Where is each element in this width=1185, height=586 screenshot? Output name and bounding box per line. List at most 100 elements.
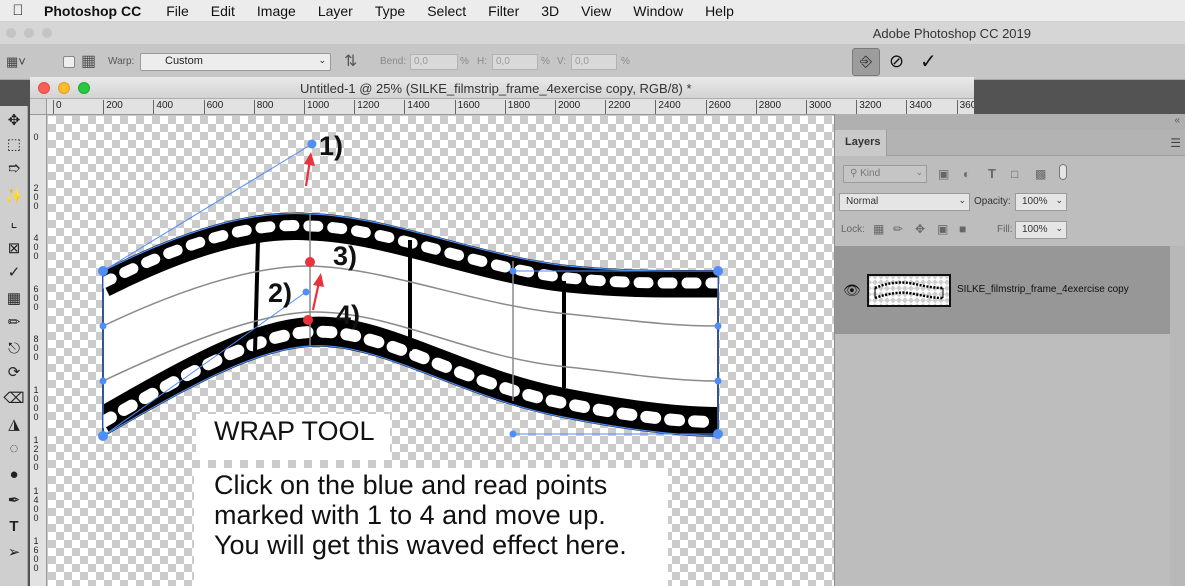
h-input[interactable]: 0,0 (492, 54, 538, 70)
app-close-button[interactable] (6, 28, 16, 38)
lock-move-icon[interactable]: ✥ (915, 222, 925, 236)
filter-shape-icon[interactable]: □ (1011, 167, 1018, 181)
eye-icon[interactable]: 👁 (843, 282, 861, 299)
menu-3d[interactable]: 3D (530, 3, 570, 19)
healing-tool-icon[interactable]: ▦ (2, 288, 26, 310)
filter-toggle-icon[interactable] (1059, 164, 1067, 180)
lock-brush-icon[interactable]: ✏ (893, 222, 903, 236)
layer-name[interactable]: SILKE_filmstrip_frame_4exercise copy (957, 284, 1129, 295)
paint-bucket-tool-icon[interactable]: ◮ (2, 414, 26, 436)
warp-dropdown[interactable]: Custom ⌄ (140, 53, 331, 71)
menu-image[interactable]: Image (246, 3, 307, 19)
menu-layer[interactable]: Layer (307, 3, 364, 19)
filter-kind-dropdown[interactable]: ⚲ Kind ⌄ (843, 165, 927, 183)
vertical-ruler[interactable]: 0 200 400 600 800 1000 1200 1400 1600 (30, 115, 47, 586)
ruler-tick-label: 2000 (555, 100, 580, 114)
stamp-tool-icon[interactable]: ⎋ (2, 338, 26, 360)
app-minimize-button[interactable] (24, 28, 34, 38)
bend-input[interactable]: 0,0 (410, 54, 458, 70)
history-brush-tool-icon[interactable]: ⟳ (2, 362, 26, 384)
eyedropper-tool-icon[interactable]: ✓ (2, 262, 26, 284)
doc-minimize-button[interactable] (58, 82, 70, 94)
horizontal-ruler[interactable]: 0 200 400 600 800 1000 1200 1400 1600 1800 2000 220… (47, 99, 974, 115)
magic-wand-tool-icon[interactable]: ✨ (2, 186, 26, 208)
cancel-icon[interactable]: ⊘ (889, 51, 904, 72)
warp-handle[interactable] (714, 377, 722, 385)
apple-icon[interactable]:  (0, 2, 36, 19)
tools-panel: ✥ ⬚ ➱ ✨ ⌞ ⊠ ✓ ▦ ✏ ⎋ ⟳ ⌫ ◮ ◌ ● ✒ T ➢ (0, 106, 28, 586)
doc-zoom-button[interactable] (78, 82, 90, 94)
tab-layers[interactable]: Layers (835, 130, 887, 156)
app-zoom-button[interactable] (42, 28, 52, 38)
warp-orientation-icon[interactable]: ⇅ (344, 51, 357, 71)
lock-transparent-icon[interactable]: ▦ (873, 222, 884, 236)
filter-adjustment-icon[interactable]: ◐ (963, 167, 970, 181)
eraser-tool-icon[interactable]: ⌫ (2, 388, 26, 410)
blend-mode-value: Normal (846, 196, 879, 207)
show-grid-checkbox[interactable] (63, 56, 75, 68)
ruler-tick-label: 2600 (705, 100, 731, 114)
tool-preset-icon[interactable]: ▦˅ (6, 54, 26, 70)
brush-tool-icon[interactable]: ✏ (2, 312, 26, 334)
menu-file[interactable]: File (155, 3, 200, 19)
grid-icon[interactable]: ▦ (81, 51, 96, 71)
opacity-value: 100% (1022, 196, 1048, 207)
path-select-tool-icon[interactable]: ➢ (2, 542, 26, 564)
v-input[interactable]: 0,0 (571, 54, 617, 70)
lasso-tool-icon[interactable]: ➱ (2, 158, 26, 180)
panel-collapse-bar[interactable]: « (835, 114, 1185, 130)
panel-menu-icon[interactable]: ☰ (1170, 136, 1181, 150)
ruler-tick-label: 2400 (655, 100, 681, 114)
blur-tool-icon[interactable]: ◌ (2, 438, 26, 460)
ruler-origin[interactable] (30, 99, 47, 115)
warp-handle[interactable] (713, 266, 723, 276)
canvas[interactable]: 1) 3) 2) 4) WRAP TOOL Click on the blue … (48, 116, 834, 586)
warp-handle[interactable] (98, 431, 108, 441)
fill-label: Fill: (997, 224, 1013, 235)
filter-pixel-icon[interactable]: ▣ (938, 167, 949, 181)
menu-view[interactable]: View (570, 3, 622, 19)
menu-select[interactable]: Select (416, 3, 477, 19)
checkmark-icon[interactable]: ✓ (920, 49, 937, 74)
blend-mode-dropdown[interactable]: Normal ⌄ (839, 193, 970, 211)
fill-input[interactable]: 100% ⌄ (1015, 221, 1067, 239)
warp-mode-icon[interactable]: ⎆ (852, 48, 880, 76)
frame-tool-icon[interactable]: ⊠ (2, 238, 26, 260)
warp-handle[interactable] (302, 288, 310, 296)
warp-handle[interactable] (307, 139, 317, 149)
dodge-tool-icon[interactable]: ● (2, 464, 26, 486)
menu-filter[interactable]: Filter (477, 3, 530, 19)
chevron-down-icon: ⌄ (958, 195, 966, 205)
warp-handle[interactable] (713, 429, 723, 439)
panel-scrollbar[interactable] (1170, 246, 1185, 586)
filter-type-icon[interactable]: T (988, 166, 996, 181)
marquee-tool-icon[interactable]: ⬚ (2, 134, 26, 156)
menu-help[interactable]: Help (694, 3, 745, 19)
menu-app-name[interactable]: Photoshop CC (36, 3, 155, 19)
opacity-input[interactable]: 100% ⌄ (1015, 193, 1067, 211)
layer-thumbnail[interactable] (867, 274, 951, 307)
lock-artboard-icon[interactable]: ▣ (937, 222, 948, 236)
warp-handle[interactable] (509, 267, 517, 275)
warp-handle-selected[interactable] (303, 315, 313, 325)
menu-edit[interactable]: Edit (200, 3, 246, 19)
menu-window[interactable]: Window (622, 3, 694, 19)
warp-handle-selected[interactable] (305, 257, 315, 267)
point-label-1: 1) (319, 131, 343, 161)
warp-handle[interactable] (99, 322, 107, 330)
layer-row[interactable]: 👁 SILKE_filmstrip_frame_4exercise copy (835, 246, 1170, 334)
warp-handle[interactable] (714, 322, 722, 330)
warp-handle[interactable] (509, 430, 517, 438)
warp-handle[interactable] (98, 266, 108, 276)
doc-close-button[interactable] (38, 82, 50, 94)
warp-handle[interactable] (99, 377, 107, 385)
lock-all-icon[interactable]: ■ (959, 222, 966, 236)
pen-tool-icon[interactable]: ✒ (2, 490, 26, 512)
collapse-icon[interactable]: « (1174, 115, 1180, 126)
menu-type[interactable]: Type (364, 3, 416, 19)
bend-label: Bend: (380, 56, 407, 67)
type-tool-icon[interactable]: T (2, 516, 26, 538)
move-tool-icon[interactable]: ✥ (2, 110, 26, 132)
filter-smart-object-icon[interactable]: ▩ (1035, 167, 1046, 181)
crop-tool-icon[interactable]: ⌞ (2, 212, 26, 234)
